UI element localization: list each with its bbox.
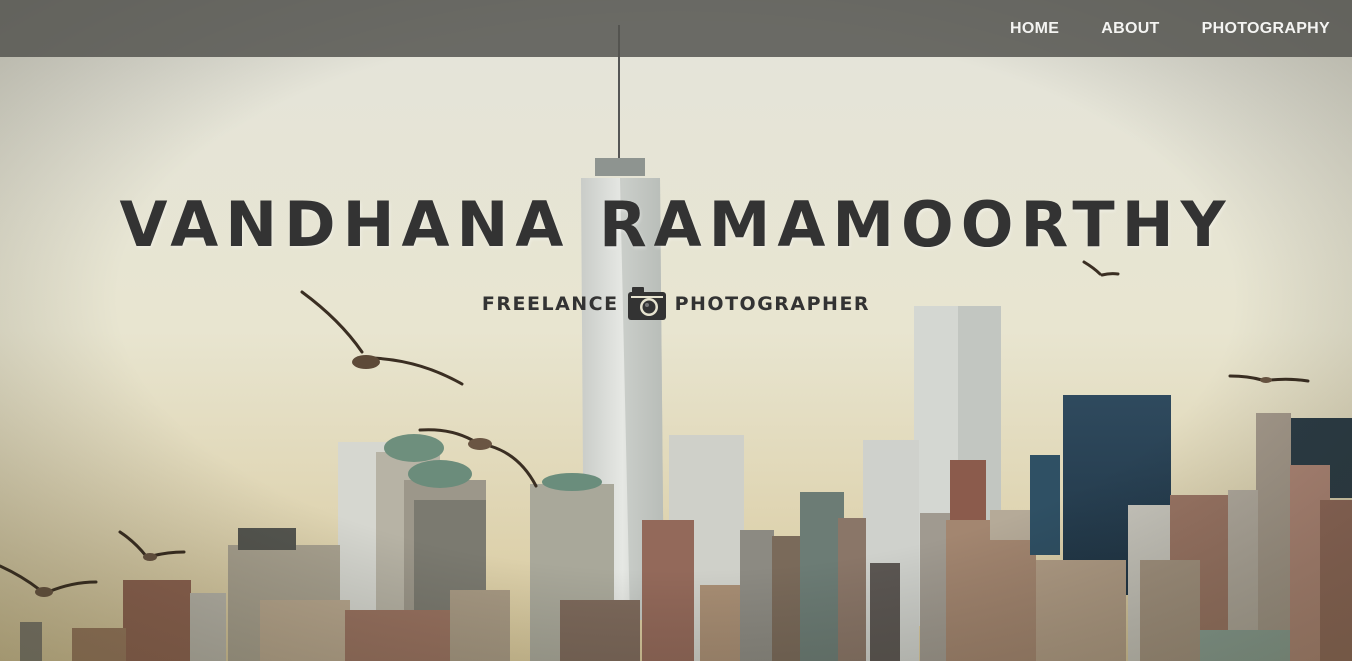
subtitle-freelance: FREELANCE [481,293,619,315]
nav-item-about[interactable]: ABOUT [1101,20,1159,38]
nav-item-home[interactable]: HOME [1010,20,1059,38]
hero-section: HOME ABOUT PHOTOGRAPHY VANDHANA RAMAMOOR… [0,0,1352,661]
nav-item-photography[interactable]: PHOTOGRAPHY [1202,20,1330,38]
hero-background-image [0,0,1352,661]
nav-menu: HOME ABOUT PHOTOGRAPHY [968,0,1352,57]
top-navbar: HOME ABOUT PHOTOGRAPHY [0,0,1352,57]
subtitle-photographer: PHOTOGRAPHER [674,293,871,315]
hero-title: VANDHANA RAMAMOORTHY [119,188,1233,261]
camera-icon [627,287,666,320]
hero-subtitle: FREELANCE PHOTOGRAPHER [0,286,1352,322]
